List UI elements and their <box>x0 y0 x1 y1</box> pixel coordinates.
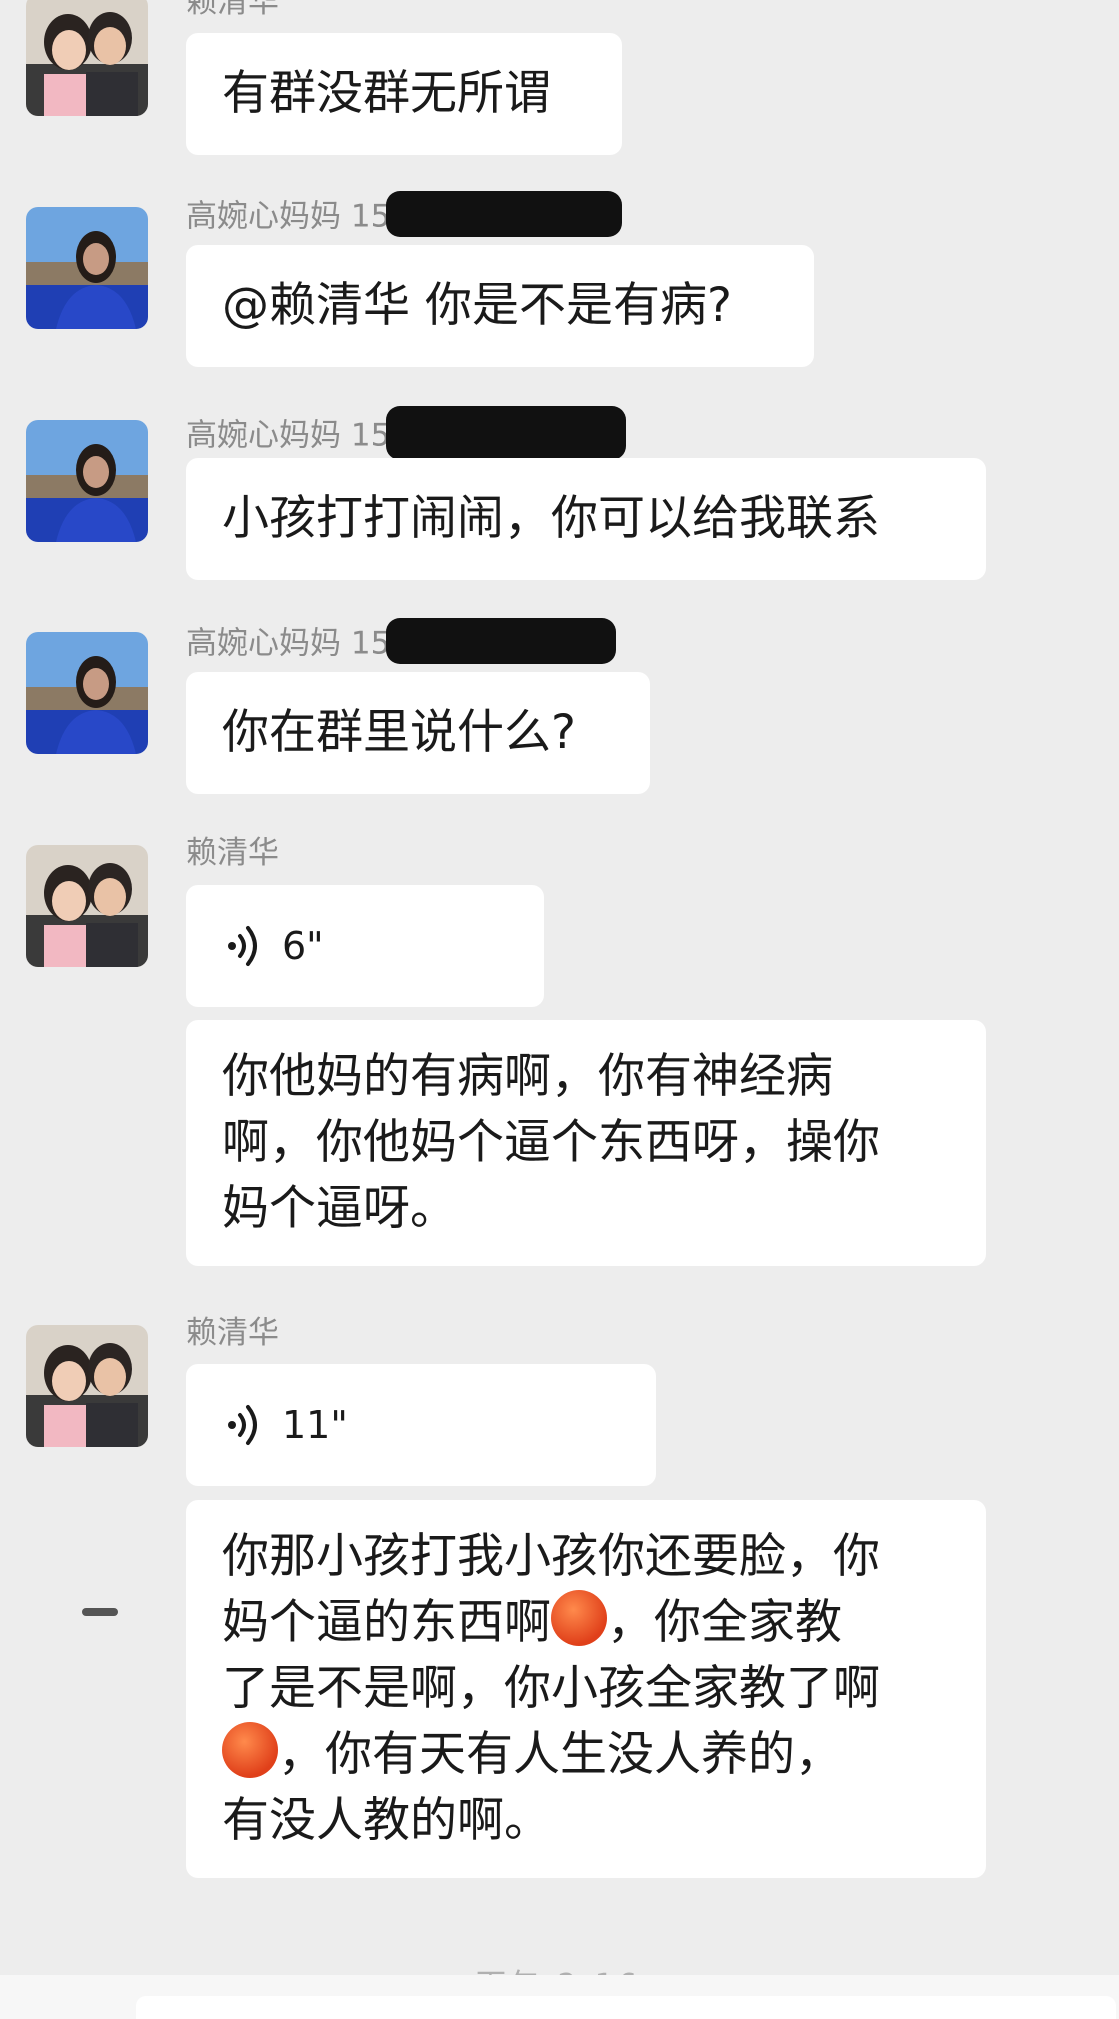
voice-message[interactable]: 6" <box>186 885 544 1007</box>
sender-name: 高婉心妈妈 15 <box>186 618 617 668</box>
mother-daughter-avatar[interactable] <box>26 0 148 116</box>
mother-daughter-avatar[interactable] <box>26 845 148 967</box>
message-bubble[interactable]: @赖清华 你是不是有病? <box>186 245 814 367</box>
message-bubble[interactable]: 有群没群无所谓 <box>186 33 622 155</box>
chat-window: 赖清华 有群没群无所谓 高婉心妈妈 15 @赖清华 你是不是有病? 高婉心妈妈 … <box>0 0 1119 2019</box>
voice-duration: 11" <box>282 1403 348 1447</box>
angry-face-emoji <box>222 1722 278 1778</box>
message-bubble[interactable]: 小孩打打闹闹，你可以给我联系 <box>186 458 986 580</box>
message-bubble[interactable]: 你在群里说什么? <box>186 672 650 794</box>
sender-name: 高婉心妈妈 15 <box>186 406 627 464</box>
message-input[interactable] <box>136 1996 1116 2019</box>
transcript-part: ，你有天有人生没人养的， 有没人教的啊。 <box>222 1727 842 1848</box>
woman-blue-sweater-avatar[interactable] <box>26 632 148 754</box>
voice-transcript[interactable]: 你那小孩打我小孩你还要脸，你 妈个逼的东西啊 ，你全家教 了是不是啊，你小孩全家教… <box>186 1500 986 1878</box>
mother-daughter-avatar[interactable] <box>26 1325 148 1447</box>
voice-wave-icon <box>228 926 257 966</box>
voice-wave-icon <box>228 1405 257 1445</box>
sender-name: 赖清华 <box>186 835 279 871</box>
voice-transcript[interactable]: 你他妈的有病啊，你有神经病 啊，你他妈个逼个东西呀，操你 妈个逼呀。 <box>186 1020 986 1266</box>
redaction-mark <box>386 191 623 237</box>
sender-name: 赖清华 <box>186 0 279 20</box>
redaction-mark <box>386 406 627 460</box>
decorative-dash <box>82 1608 118 1616</box>
sender-name: 赖清华 <box>186 1315 279 1351</box>
sender-name: 高婉心妈妈 15 <box>186 191 623 241</box>
voice-message[interactable]: 11" <box>186 1364 656 1486</box>
angry-face-emoji <box>551 1590 607 1646</box>
woman-blue-sweater-avatar[interactable] <box>26 420 148 542</box>
woman-blue-sweater-avatar[interactable] <box>26 207 148 329</box>
redaction-mark <box>386 618 617 664</box>
voice-duration: 6" <box>282 924 324 968</box>
